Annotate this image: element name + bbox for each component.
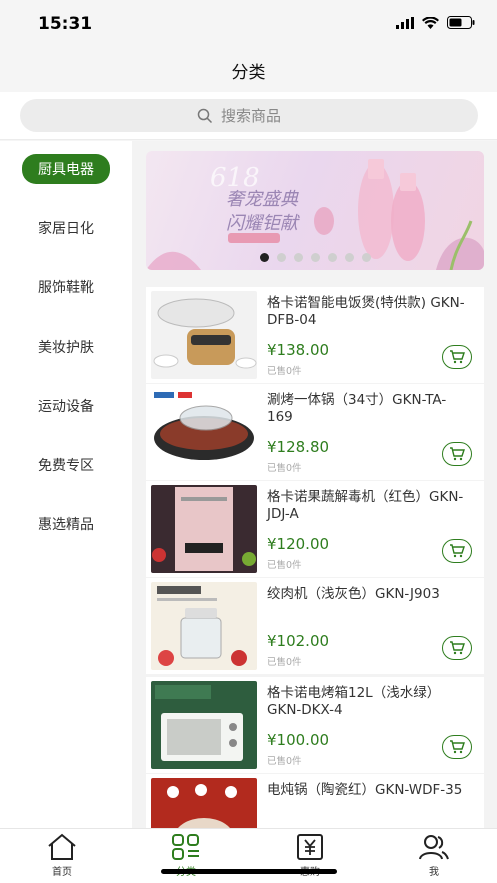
nav-bar: 分类 xyxy=(0,48,497,92)
product-image xyxy=(151,485,257,573)
product-image xyxy=(151,778,257,828)
sidebar-item-selected[interactable]: 惠选精品 xyxy=(0,504,132,544)
page-title: 分类 xyxy=(231,63,266,83)
product-card[interactable]: 格卡诺智能电饭煲(特供款) GKN-DFB-04 ¥138.00 已售0件 xyxy=(146,287,484,383)
tab-home[interactable]: 首页 xyxy=(22,833,102,878)
sidebar-item-label: 运动设备 xyxy=(38,399,94,415)
cart-icon xyxy=(450,544,465,558)
banner-button xyxy=(228,233,280,243)
product-sold-count: 已售0件 xyxy=(267,657,302,668)
cart-icon xyxy=(450,740,465,754)
search-icon xyxy=(197,108,213,123)
search-input[interactable] xyxy=(221,106,301,125)
sidebar-item-home[interactable]: 家居日化 xyxy=(0,208,132,248)
banner-headline: 奢宠盛典 xyxy=(226,189,298,210)
product-card[interactable]: 格卡诺电烤箱12L（浅水绿）GKN-DKX-4 ¥100.00 已售0件 xyxy=(146,677,484,773)
carousel-dot[interactable] xyxy=(293,253,303,262)
product-card[interactable]: 绞肉机（浅灰色）GKN-J903 ¥102.00 已售0件 xyxy=(146,578,484,674)
sidebar-item-label: 家居日化 xyxy=(38,221,94,237)
wifi-icon xyxy=(422,16,439,29)
signal-icon xyxy=(396,16,414,29)
sidebar-item-label: 美妆护肤 xyxy=(38,340,94,356)
banner-subheadline: 闪耀钜献 xyxy=(226,213,298,234)
sidebar-item-free[interactable]: 免费专区 xyxy=(0,445,132,485)
search-box[interactable] xyxy=(20,99,478,132)
status-bar: 15:31 xyxy=(0,0,497,48)
cart-icon xyxy=(450,447,465,461)
carousel-dot[interactable] xyxy=(361,253,371,262)
yen-icon xyxy=(297,834,323,860)
product-name: 格卡诺智能电饭煲(特供款) GKN-DFB-04 xyxy=(267,295,465,328)
tab-me[interactable]: 我 xyxy=(394,833,474,878)
product-image xyxy=(151,681,257,769)
sidebar-item-label: 免费专区 xyxy=(38,458,94,474)
tab-label: 我 xyxy=(429,867,439,878)
battery-icon xyxy=(447,16,475,29)
sidebar-item-sports[interactable]: 运动设备 xyxy=(0,386,132,426)
cart-icon xyxy=(450,641,465,655)
product-name: 电炖锅（陶瓷红）GKN-WDF-35 xyxy=(267,782,463,798)
status-icons xyxy=(396,16,475,29)
sidebar-item-label: 服饰鞋靴 xyxy=(38,280,94,296)
sidebar-item-label: 厨具电器 xyxy=(22,154,110,184)
product-sold-count: 已售0件 xyxy=(267,560,302,571)
home-icon xyxy=(48,833,76,860)
home-indicator xyxy=(161,869,337,874)
product-sold-count: 已售0件 xyxy=(267,756,302,767)
add-to-cart-button[interactable] xyxy=(442,442,472,466)
add-to-cart-button[interactable] xyxy=(442,345,472,369)
promo-banner[interactable]: 618 奢宠盛典 闪耀钜献 xyxy=(146,151,484,270)
product-price: ¥102.00 xyxy=(267,632,330,650)
carousel-dot[interactable] xyxy=(327,253,337,262)
product-card[interactable]: 格卡诺果蔬解毒机（红色）GKN-JDJ-A ¥120.00 已售0件 xyxy=(146,481,484,577)
tab-bar: 首页 分类 惠购 我 xyxy=(0,828,497,883)
tab-label: 首页 xyxy=(52,867,72,878)
product-sold-count: 已售0件 xyxy=(267,463,302,474)
product-name: 格卡诺电烤箱12L（浅水绿）GKN-DKX-4 xyxy=(267,685,441,718)
carousel-dot[interactable] xyxy=(344,253,354,262)
add-to-cart-button[interactable] xyxy=(442,636,472,660)
product-name: 涮烤一体锅（34寸）GKN-TA-169 xyxy=(267,392,447,425)
sidebar-item-beauty[interactable]: 美妆护肤 xyxy=(0,327,132,367)
carousel-dot[interactable] xyxy=(276,253,286,262)
add-to-cart-button[interactable] xyxy=(442,735,472,759)
product-sold-count: 已售0件 xyxy=(267,366,302,377)
status-time: 15:31 xyxy=(38,14,93,34)
carousel-dots xyxy=(146,253,484,262)
product-card[interactable]: 电炖锅（陶瓷红）GKN-WDF-35 xyxy=(146,774,484,828)
add-to-cart-button[interactable] xyxy=(442,539,472,563)
user-icon xyxy=(419,835,449,860)
sidebar-item-kitchen[interactable]: 厨具电器 xyxy=(0,149,132,189)
category-icon xyxy=(172,834,199,860)
product-price: ¥100.00 xyxy=(267,731,330,749)
category-sidebar: 厨具电器 家居日化 服饰鞋靴 美妆护肤 运动设备 免费专区 惠选精品 xyxy=(0,141,132,828)
cart-icon xyxy=(450,350,465,364)
sidebar-item-label: 惠选精品 xyxy=(38,517,94,533)
product-price: ¥120.00 xyxy=(267,535,330,553)
product-name: 格卡诺果蔬解毒机（红色）GKN-JDJ-A xyxy=(267,489,464,522)
product-image xyxy=(151,291,257,379)
carousel-dot[interactable] xyxy=(259,253,269,262)
search-bar xyxy=(0,92,497,140)
product-list-area: 618 奢宠盛典 闪耀钜献 格卡诺智能电饭煲(特供款) GKN-DFB-04 ¥… xyxy=(132,141,497,828)
product-image xyxy=(151,388,257,476)
product-name: 绞肉机（浅灰色）GKN-J903 xyxy=(267,586,440,602)
product-price: ¥138.00 xyxy=(267,341,330,359)
carousel-dot[interactable] xyxy=(310,253,320,262)
product-card[interactable]: 涮烤一体锅（34寸）GKN-TA-169 ¥128.80 已售0件 xyxy=(146,384,484,480)
product-price: ¥128.80 xyxy=(267,438,330,456)
sidebar-item-apparel[interactable]: 服饰鞋靴 xyxy=(0,267,132,307)
product-image xyxy=(151,582,257,670)
